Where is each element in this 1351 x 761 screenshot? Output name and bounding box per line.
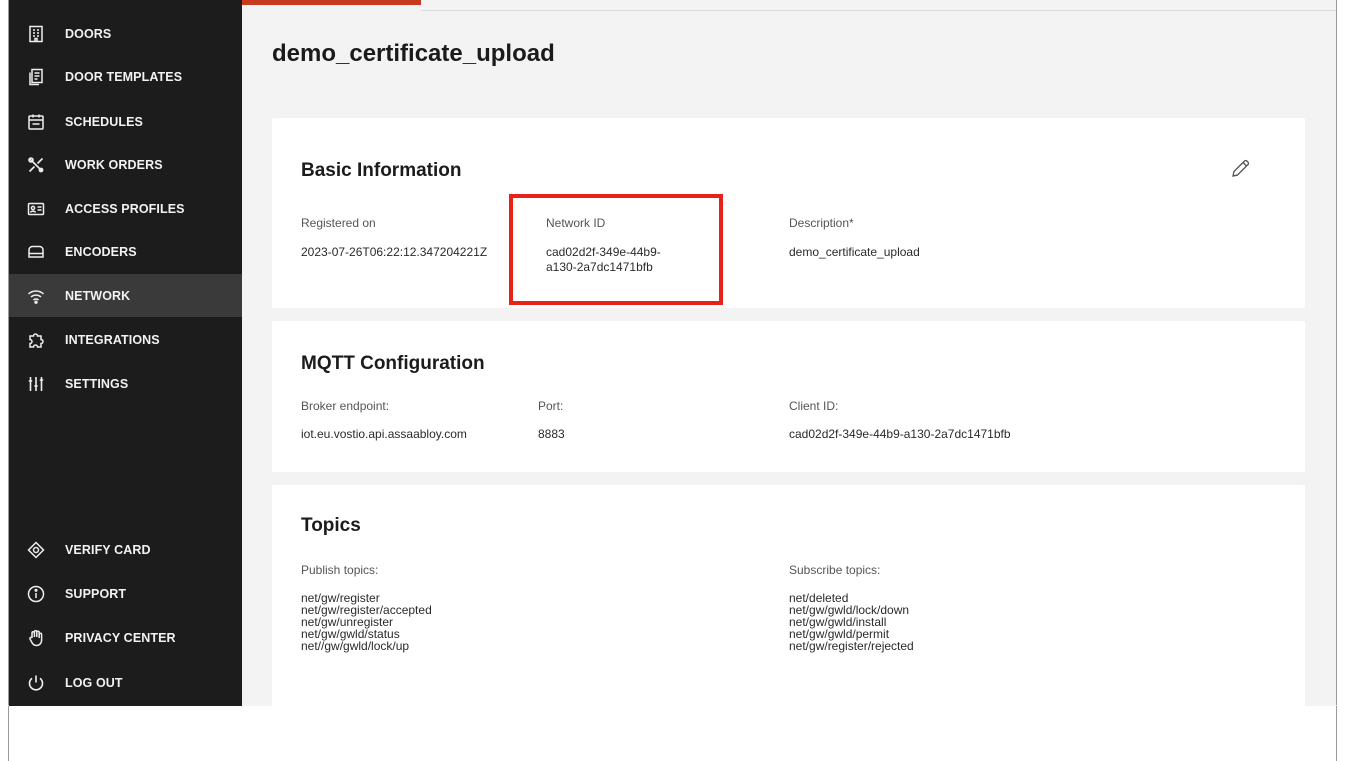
client-id-value: cad02d2f-349e-44b9-a130-2a7dc1471bfb (789, 427, 1011, 441)
port-value: 8883 (538, 427, 565, 441)
card-title: MQTT Configuration (301, 353, 485, 374)
sidebar-item-doors[interactable]: DOORS (9, 12, 242, 55)
sidebar-item-integrations[interactable]: INTEGRATIONS (9, 318, 242, 361)
sidebar-item-label: WORK ORDERS (65, 157, 163, 172)
main-content: demo_certificate_upload Basic Informatio… (242, 0, 1336, 706)
id-card-icon (26, 199, 46, 219)
sidebar-item-label: NETWORK (65, 288, 131, 303)
hand-icon (26, 628, 46, 648)
sidebar-item-label: PRIVACY CENTER (65, 630, 176, 645)
pencil-icon[interactable] (1229, 158, 1251, 180)
verify-card-icon (26, 540, 46, 560)
registered-on-value: 2023-07-26T06:22:12.347204221Z (301, 245, 488, 259)
publish-topics-label: Publish topics: (301, 563, 379, 577)
calendar-icon (26, 112, 46, 132)
sidebar-item-label: DOOR TEMPLATES (65, 69, 183, 84)
sidebar-item-verify-card[interactable]: VERIFY CARD (9, 528, 242, 571)
info-icon (26, 584, 46, 604)
sidebar-item-label: SCHEDULES (65, 114, 143, 129)
sidebar-item-label: DOORS (65, 26, 112, 41)
sidebar-item-label: ENCODERS (65, 244, 137, 259)
frame-right-border (1336, 0, 1337, 761)
sidebar-item-label: LOG OUT (65, 675, 123, 690)
wifi-icon (26, 286, 46, 306)
sidebar-item-label: SETTINGS (65, 376, 129, 391)
page-title: demo_certificate_upload (272, 40, 555, 67)
sidebar-item-privacy-center[interactable]: PRIVACY CENTER (9, 616, 242, 659)
building-icon (26, 24, 46, 44)
subscribe-topics-label: Subscribe topics: (789, 563, 881, 577)
templates-icon (26, 67, 46, 87)
sidebar-item-label: VERIFY CARD (65, 542, 151, 557)
tools-icon (26, 155, 46, 175)
power-icon (26, 673, 46, 693)
sidebar-item-network[interactable]: NETWORK (9, 274, 242, 317)
sidebar-item-schedules[interactable]: SCHEDULES (9, 100, 242, 143)
sidebar-item-support[interactable]: SUPPORT (9, 572, 242, 615)
client-id-label: Client ID: (789, 399, 839, 413)
port-label: Port: (538, 399, 564, 413)
active-tab-indicator (242, 0, 421, 5)
sidebar-item-access-profiles[interactable]: ACCESS PROFILES (9, 187, 242, 230)
sidebar: DOORS DOOR TEMPLATES SCHEDULES WORK ORDE… (9, 0, 242, 706)
network-id-label: Network ID (546, 216, 606, 230)
basic-information-card: Basic Information Registered on 2023-07-… (272, 118, 1305, 308)
publish-topics-list: net/gw/register net/gw/register/accepted… (301, 592, 432, 652)
sliders-icon (26, 374, 46, 394)
broker-endpoint-value: iot.eu.vostio.api.assaabloy.com (301, 427, 467, 441)
description-label: Description* (789, 216, 854, 230)
puzzle-icon (26, 330, 46, 350)
list-item: net/gw/register/rejected (789, 639, 914, 653)
topics-card: Topics Publish topics: net/gw/register n… (272, 485, 1305, 706)
network-id-value-line-1: cad02d2f-349e-44b9- (546, 245, 661, 259)
description-value: demo_certificate_upload (789, 245, 920, 259)
sidebar-item-label: ACCESS PROFILES (65, 201, 185, 216)
network-id-value-line-2: a130-2a7dc1471bfb (546, 260, 653, 274)
sidebar-item-log-out[interactable]: LOG OUT (9, 661, 242, 704)
mqtt-configuration-card: MQTT Configuration Broker endpoint: iot.… (272, 321, 1305, 472)
card-title: Basic Information (301, 160, 462, 181)
registered-on-label: Registered on (301, 216, 376, 230)
sidebar-item-door-templates[interactable]: DOOR TEMPLATES (9, 55, 242, 98)
sidebar-item-label: INTEGRATIONS (65, 332, 160, 347)
broker-endpoint-label: Broker endpoint: (301, 399, 390, 413)
encoder-icon (26, 242, 46, 262)
subscribe-topics-list: net/deleted net/gw/gwld/lock/down net/gw… (789, 592, 914, 652)
header-divider (421, 10, 1336, 11)
sidebar-item-work-orders[interactable]: WORK ORDERS (9, 143, 242, 186)
card-title: Topics (301, 515, 361, 536)
list-item: net//gw/gwld/lock/up (301, 639, 410, 653)
sidebar-item-encoders[interactable]: ENCODERS (9, 230, 242, 273)
sidebar-item-label: SUPPORT (65, 586, 127, 601)
sidebar-item-settings[interactable]: SETTINGS (9, 362, 242, 405)
